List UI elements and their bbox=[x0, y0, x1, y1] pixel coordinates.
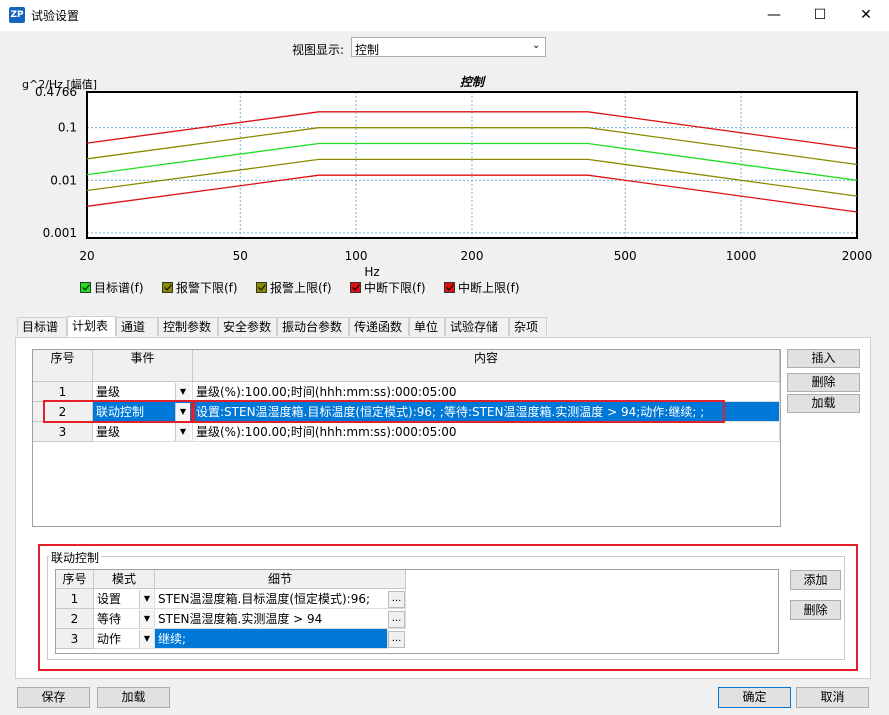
y-tick-label: 0.01 bbox=[50, 173, 77, 187]
x-tick-label: 50 bbox=[233, 249, 248, 263]
view-display-select[interactable] bbox=[351, 37, 546, 57]
x-tick-label: 100 bbox=[345, 249, 368, 263]
x-tick-label: 20 bbox=[79, 249, 94, 263]
ellipsis-button[interactable]: ... bbox=[388, 591, 405, 608]
chart-title: 控制 bbox=[460, 75, 486, 89]
linkage-table: 序号 模式 细节 1 设置 ▼ STEN温湿度箱.目标温度(恒定模式):96; … bbox=[55, 569, 779, 654]
highlight-box bbox=[193, 400, 725, 423]
legend-label: 中断下限(f) bbox=[364, 281, 426, 295]
header-detail: 细节 bbox=[155, 570, 406, 589]
legend-item-alarm-low[interactable]: 报警下限(f) bbox=[162, 281, 238, 295]
delete-button[interactable]: 删除 bbox=[787, 373, 860, 392]
legend-item-abort-low[interactable]: 中断下限(f) bbox=[350, 281, 426, 295]
legend-label: 报警下限(f) bbox=[176, 281, 238, 295]
row-index[interactable]: 2 bbox=[56, 609, 94, 629]
minimize-button[interactable]: — bbox=[751, 0, 797, 31]
tab-units[interactable]: 单位 bbox=[409, 317, 445, 336]
legend-label: 中断上限(f) bbox=[458, 281, 520, 295]
detail-cell[interactable]: STEN温湿度箱.目标温度(恒定模式):96; bbox=[155, 589, 406, 609]
delete-linkage-button[interactable]: 删除 bbox=[790, 600, 841, 620]
window-title: 试验设置 bbox=[31, 9, 80, 23]
schedule-table: 序号 事件 内容 1 量级 ▼ 量级(%):100.00;时间(hhh:mm:s… bbox=[32, 349, 781, 527]
view-display-value: 控制 bbox=[355, 43, 380, 57]
x-axis-label: Hz bbox=[364, 265, 379, 279]
header-event: 事件 bbox=[93, 350, 193, 382]
view-display-label: 视图显示: bbox=[292, 43, 345, 57]
ellipsis-button[interactable]: ... bbox=[388, 611, 405, 628]
chevron-down-icon[interactable]: ▼ bbox=[175, 383, 190, 401]
header-mode: 模式 bbox=[94, 570, 155, 589]
tab-test-storage[interactable]: 试验存储 bbox=[445, 317, 509, 336]
x-tick-label: 1000 bbox=[726, 249, 757, 263]
y-tick-label: 0.1 bbox=[58, 121, 77, 135]
highlight-box bbox=[43, 400, 193, 423]
app-logo-icon: ZP bbox=[9, 7, 25, 23]
checkbox-checked-icon[interactable] bbox=[444, 282, 455, 293]
load-schedule-button[interactable]: 加载 bbox=[787, 394, 860, 413]
maximize-button[interactable]: ☐ bbox=[797, 0, 843, 31]
cancel-button[interactable]: 取消 bbox=[796, 687, 869, 708]
spectrum-chart: 20 50 100 200 500 1000 20000.47660.10.010.001控… bbox=[22, 75, 873, 279]
row-index[interactable]: 3 bbox=[33, 422, 93, 442]
legend-item-abort-high[interactable]: 中断上限(f) bbox=[444, 281, 520, 295]
row-index[interactable]: 3 bbox=[56, 629, 94, 649]
row-index[interactable]: 1 bbox=[33, 382, 93, 402]
header-index: 序号 bbox=[56, 570, 94, 589]
x-tick-label: 200 bbox=[461, 249, 484, 263]
header-index: 序号 bbox=[33, 350, 93, 382]
chevron-down-icon[interactable]: ▼ bbox=[139, 630, 154, 648]
tab-transfer-function[interactable]: 传递函数 bbox=[349, 317, 409, 336]
chevron-down-icon[interactable]: ⌄ bbox=[532, 40, 540, 51]
checkbox-checked-icon[interactable] bbox=[80, 282, 91, 293]
legend-label: 报警上限(f) bbox=[270, 281, 332, 295]
linkage-group-title: 联动控制 bbox=[49, 549, 102, 566]
save-button[interactable]: 保存 bbox=[17, 687, 90, 708]
checkbox-checked-icon[interactable] bbox=[256, 282, 267, 293]
chevron-down-icon[interactable]: ▼ bbox=[139, 590, 154, 608]
tab-target-spectrum[interactable]: 目标谱 bbox=[17, 317, 67, 336]
content-cell[interactable]: 量级(%):100.00;时间(hhh:mm:ss):000:05:00 bbox=[193, 382, 780, 402]
detail-cell[interactable]: STEN温湿度箱.实测温度 > 94 bbox=[155, 609, 406, 629]
tab-schedule[interactable]: 计划表 bbox=[67, 316, 116, 337]
add-button[interactable]: 添加 bbox=[790, 570, 841, 590]
load-button[interactable]: 加载 bbox=[97, 687, 170, 708]
ellipsis-button[interactable]: ... bbox=[388, 631, 405, 648]
y-axis-label: g^2/Hz [幅值] bbox=[22, 78, 97, 91]
tab-channels[interactable]: 通道 bbox=[116, 317, 158, 336]
header-content: 内容 bbox=[193, 350, 780, 382]
ok-button[interactable]: 确定 bbox=[718, 687, 791, 708]
row-index[interactable]: 1 bbox=[56, 589, 94, 609]
x-tick-label: 2000 bbox=[842, 249, 873, 263]
checkbox-checked-icon[interactable] bbox=[162, 282, 173, 293]
chevron-down-icon[interactable]: ▼ bbox=[175, 423, 190, 441]
tab-control-params[interactable]: 控制参数 bbox=[158, 317, 218, 336]
insert-button[interactable]: 插入 bbox=[787, 349, 860, 368]
checkbox-checked-icon[interactable] bbox=[350, 282, 361, 293]
x-tick-label: 500 bbox=[614, 249, 637, 263]
chevron-down-icon[interactable]: ▼ bbox=[139, 610, 154, 628]
close-button[interactable]: ✕ bbox=[843, 0, 889, 31]
tab-misc[interactable]: 杂项 bbox=[509, 317, 547, 336]
legend-label: 目标谱(f) bbox=[94, 281, 144, 295]
detail-cell[interactable]: 继续; bbox=[155, 629, 388, 649]
tab-safety-params[interactable]: 安全参数 bbox=[218, 317, 277, 336]
tab-shaker-params[interactable]: 振动台参数 bbox=[277, 317, 349, 336]
legend-item-target[interactable]: 目标谱(f) bbox=[80, 281, 144, 295]
legend-item-alarm-high[interactable]: 报警上限(f) bbox=[256, 281, 332, 295]
y-tick-label: 0.001 bbox=[43, 226, 77, 240]
content-cell[interactable]: 量级(%):100.00;时间(hhh:mm:ss):000:05:00 bbox=[193, 422, 780, 442]
